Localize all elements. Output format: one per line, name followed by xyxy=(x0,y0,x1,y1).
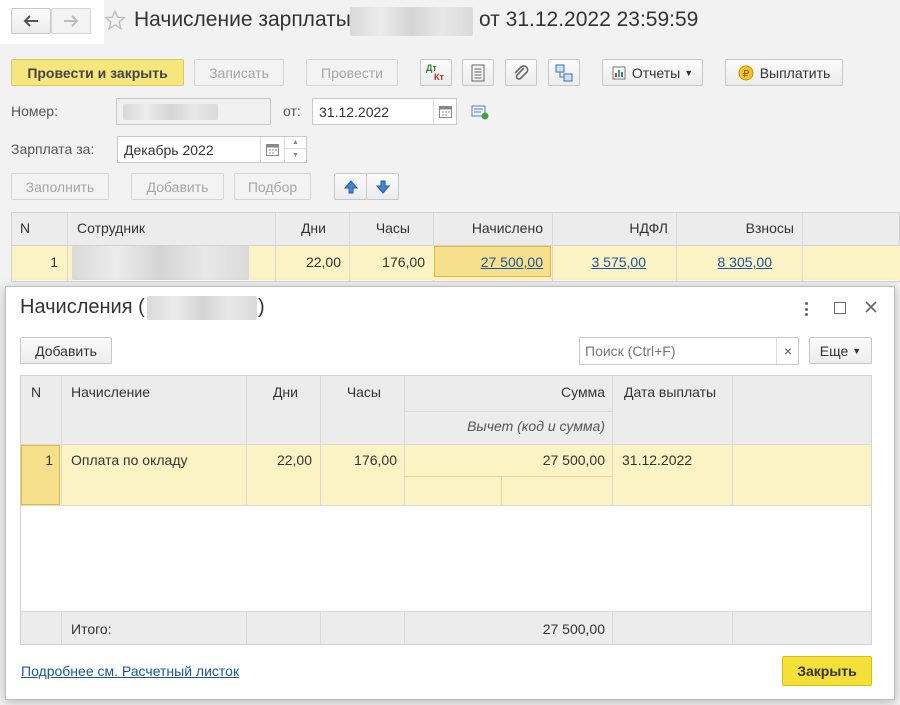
back-button[interactable] xyxy=(11,8,51,34)
calendar-icon xyxy=(266,144,279,156)
total-sum: 27 500,00 xyxy=(542,621,605,637)
from-label: от: xyxy=(283,103,301,119)
accrual-days: 22,00 xyxy=(276,452,312,468)
column-sum[interactable]: Сумма xyxy=(405,384,605,400)
accrual-sum: 27 500,00 xyxy=(542,452,605,468)
column-hours[interactable]: Часы xyxy=(321,384,381,400)
column-days[interactable]: Дни xyxy=(247,384,298,400)
select-button[interactable]: Подбор xyxy=(234,173,311,200)
maximize-icon[interactable] xyxy=(834,302,846,314)
row-hours: 176,00 xyxy=(382,254,425,270)
period-calendar-button[interactable] xyxy=(260,137,284,162)
accrual-name: Оплата по окладу xyxy=(71,452,188,468)
structure-icon xyxy=(555,64,573,81)
dialog-title: Начисления ( xyxy=(20,296,145,318)
chevron-down-icon: ▼ xyxy=(852,345,862,356)
svg-text:₽: ₽ xyxy=(743,69,750,80)
row-accrued-link[interactable]: 27 500,00 xyxy=(434,254,543,270)
document-button[interactable] xyxy=(462,59,494,86)
arrow-down-icon xyxy=(375,180,390,194)
row-days: 22,00 xyxy=(305,254,341,270)
dialog-more-button[interactable]: Еще ▼ xyxy=(809,337,872,364)
number-redacted xyxy=(123,103,218,120)
search-box: × xyxy=(579,337,799,365)
accrual-pay-date: 31.12.2022 xyxy=(622,452,693,468)
favorite-star-icon[interactable] xyxy=(103,9,127,34)
payslip-link[interactable]: Подробнее см. Расчетный листок xyxy=(21,663,239,679)
close-icon[interactable] xyxy=(864,300,878,317)
date-value: 31.12.2022 xyxy=(319,103,390,120)
add-row-button[interactable]: Добавить xyxy=(131,173,224,200)
coin-icon: ₽ xyxy=(738,65,754,80)
number-label: Номер: xyxy=(11,103,58,119)
dialog-more-label: Еще xyxy=(819,342,849,359)
move-up-button[interactable] xyxy=(334,173,367,200)
calendar-button[interactable] xyxy=(433,99,456,124)
status-icon[interactable] xyxy=(471,104,489,123)
accrual-hours: 176,00 xyxy=(354,452,397,468)
move-down-button[interactable] xyxy=(366,173,399,200)
ndfl-link[interactable]: 3 575,00 xyxy=(592,254,647,270)
pay-label: Выплатить xyxy=(759,64,831,81)
clear-search-icon[interactable]: × xyxy=(776,338,799,364)
column-days[interactable]: Дни xyxy=(276,220,326,236)
post-and-close-button[interactable]: Провести и закрыть xyxy=(11,59,184,86)
row-contrib-link[interactable]: 8 305,00 xyxy=(677,254,773,270)
reports-button[interactable]: Отчеты ▼ xyxy=(602,59,703,86)
contrib-link[interactable]: 8 305,00 xyxy=(718,254,773,270)
period-down-icon[interactable]: ▼ xyxy=(284,149,306,162)
calendar-icon xyxy=(438,106,452,118)
pay-button[interactable]: ₽ Выплатить xyxy=(725,59,843,86)
document-list-icon xyxy=(471,64,485,81)
document-number-redacted xyxy=(350,7,473,36)
salary-for-label: Зарплата за: xyxy=(11,141,95,157)
more-menu-icon[interactable] xyxy=(799,300,813,318)
column-deduction[interactable]: Вычет (код и сумма) xyxy=(405,418,605,434)
search-input[interactable] xyxy=(580,338,775,364)
forward-button[interactable] xyxy=(51,8,91,34)
accrual-row-n: 1 xyxy=(45,452,53,468)
save-button[interactable]: Записать xyxy=(194,59,284,86)
post-button[interactable]: Провести xyxy=(306,59,398,86)
attach-button[interactable] xyxy=(505,59,537,86)
arrow-up-icon xyxy=(343,179,358,193)
column-pay-date[interactable]: Дата выплаты xyxy=(624,384,716,400)
row-n: 1 xyxy=(50,254,58,270)
column-contrib[interactable]: Взносы xyxy=(677,220,794,236)
structure-button[interactable] xyxy=(548,59,580,86)
arrow-left-icon xyxy=(23,15,38,27)
period-value: Декабрь 2022 xyxy=(124,141,214,158)
accrued-link[interactable]: 27 500,00 xyxy=(481,254,543,270)
page-title-date: от 31.12.2022 23:59:59 xyxy=(479,8,699,31)
column-ndfl[interactable]: НДФЛ xyxy=(553,220,668,236)
column-n[interactable]: N xyxy=(20,220,30,236)
employee-redacted[interactable] xyxy=(72,246,249,280)
dt-kt-button[interactable]: Дт Кт xyxy=(420,59,452,86)
column-hours[interactable]: Часы xyxy=(350,220,410,236)
column-n[interactable]: N xyxy=(31,384,41,400)
dialog-title-redacted xyxy=(147,296,257,320)
column-employee[interactable]: Сотрудник xyxy=(77,220,145,236)
fill-button[interactable]: Заполнить xyxy=(11,173,109,200)
dialog-title-end: ) xyxy=(258,296,265,318)
arrow-right-icon xyxy=(64,15,79,27)
dt-kt-icon: Дт Кт xyxy=(424,63,448,83)
column-accrued[interactable]: Начислено xyxy=(434,220,543,236)
dialog-add-button[interactable]: Добавить xyxy=(20,337,112,364)
period-up-icon[interactable]: ▲ xyxy=(284,137,306,149)
column-accrual[interactable]: Начисление xyxy=(71,384,150,400)
paperclip-icon xyxy=(514,64,529,80)
report-icon xyxy=(612,66,626,79)
chevron-down-icon: ▼ xyxy=(684,67,694,78)
close-button[interactable]: Закрыть xyxy=(782,656,872,686)
kt-label: Кт xyxy=(434,71,444,82)
page-title: Начисление зарплаты xyxy=(134,8,351,31)
total-label: Итого: xyxy=(71,621,112,637)
number-field[interactable] xyxy=(116,98,271,125)
reports-label: Отчеты xyxy=(631,64,681,81)
row-ndfl-link[interactable]: 3 575,00 xyxy=(553,254,647,270)
